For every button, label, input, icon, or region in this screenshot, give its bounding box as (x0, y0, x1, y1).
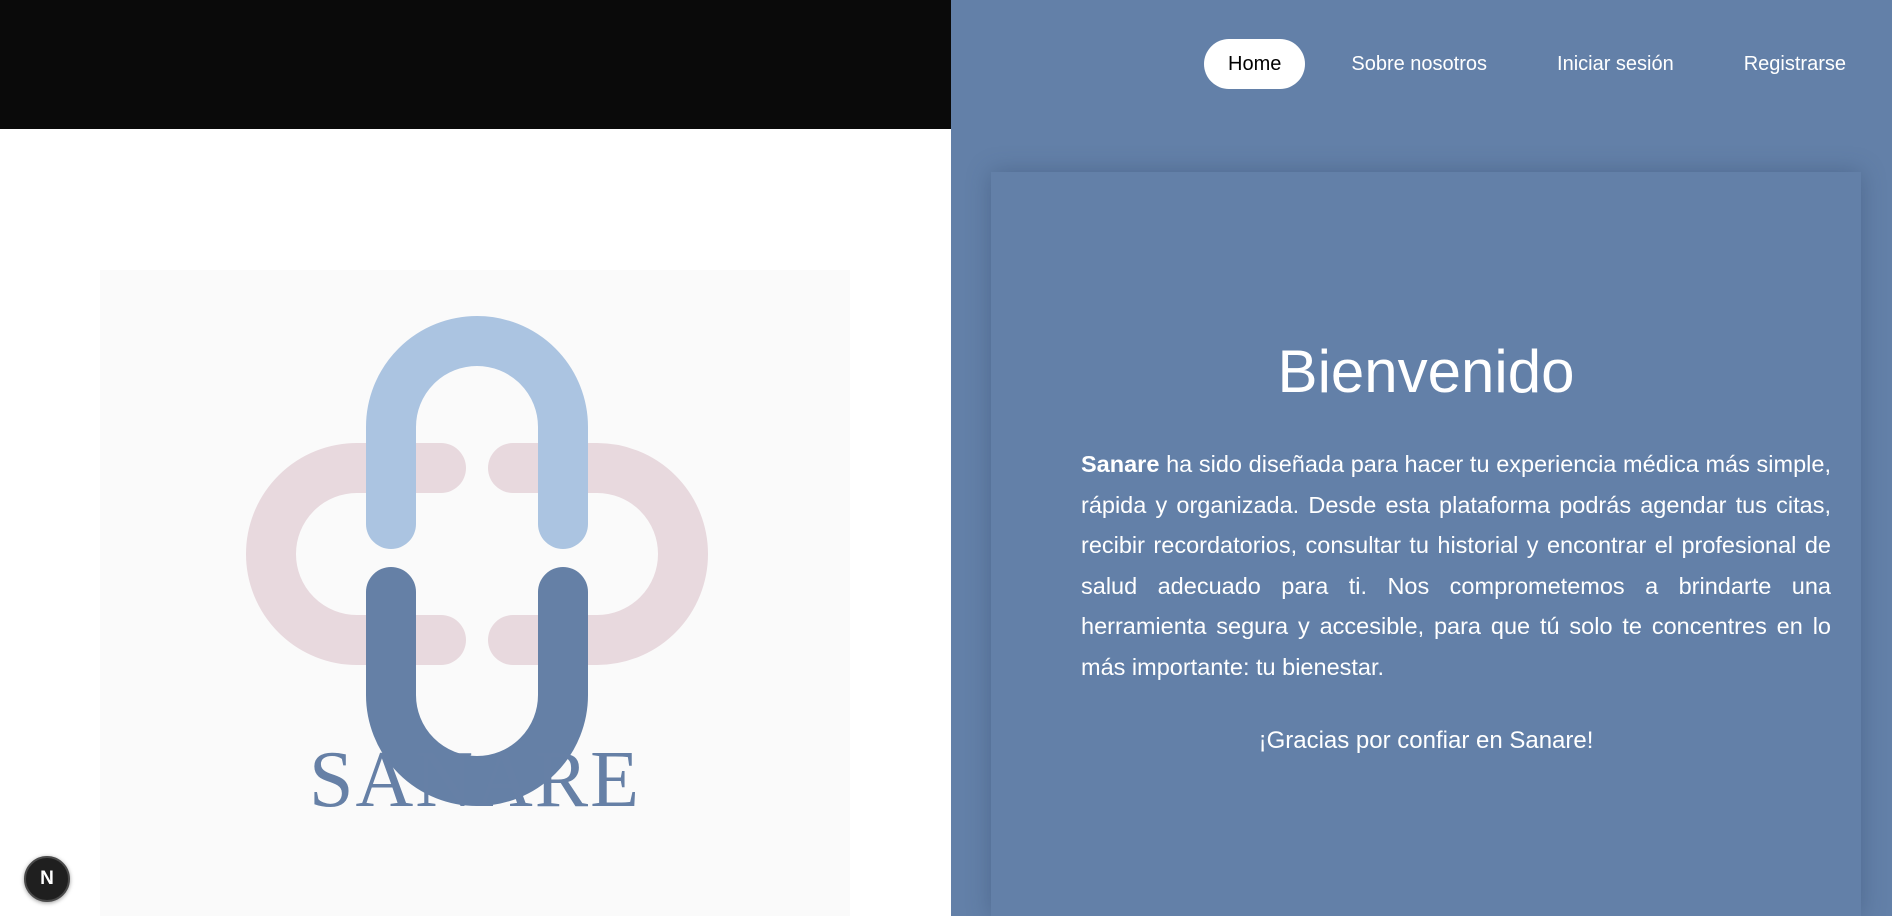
logo-wordmark: SANARE (308, 736, 642, 824)
thanks-message: ¡Gracias por confiar en Sanare! (1258, 727, 1594, 754)
nav-home[interactable]: Home (1204, 39, 1306, 89)
page: SANARE N Home Sobre nosotros Iniciar ses… (0, 0, 1892, 916)
logo-top-shape (366, 316, 588, 549)
logo-card: SANARE (100, 270, 850, 916)
welcome-card: Bienvenido Sanare ha sido diseñada para … (991, 172, 1861, 916)
left-panel: SANARE N (0, 0, 951, 916)
welcome-title: Bienvenido (1277, 338, 1575, 405)
welcome-paragraph: Sanare ha sido diseñada para hacer tu ex… (1081, 444, 1831, 688)
welcome-paragraph-text: ha sido diseñada para hacer tu experienc… (1081, 451, 1831, 680)
nav-about[interactable]: Sobre nosotros (1327, 39, 1511, 89)
nav-login[interactable]: Iniciar sesión (1533, 39, 1698, 89)
brand-name: Sanare (1081, 451, 1160, 477)
main-nav: Home Sobre nosotros Iniciar sesión Regis… (1204, 38, 1892, 90)
nextjs-icon: N (40, 868, 54, 889)
nextjs-dev-badge[interactable]: N (24, 856, 70, 902)
top-bar (0, 0, 951, 129)
nav-register[interactable]: Registrarse (1720, 39, 1870, 89)
right-panel: Home Sobre nosotros Iniciar sesión Regis… (951, 0, 1892, 916)
